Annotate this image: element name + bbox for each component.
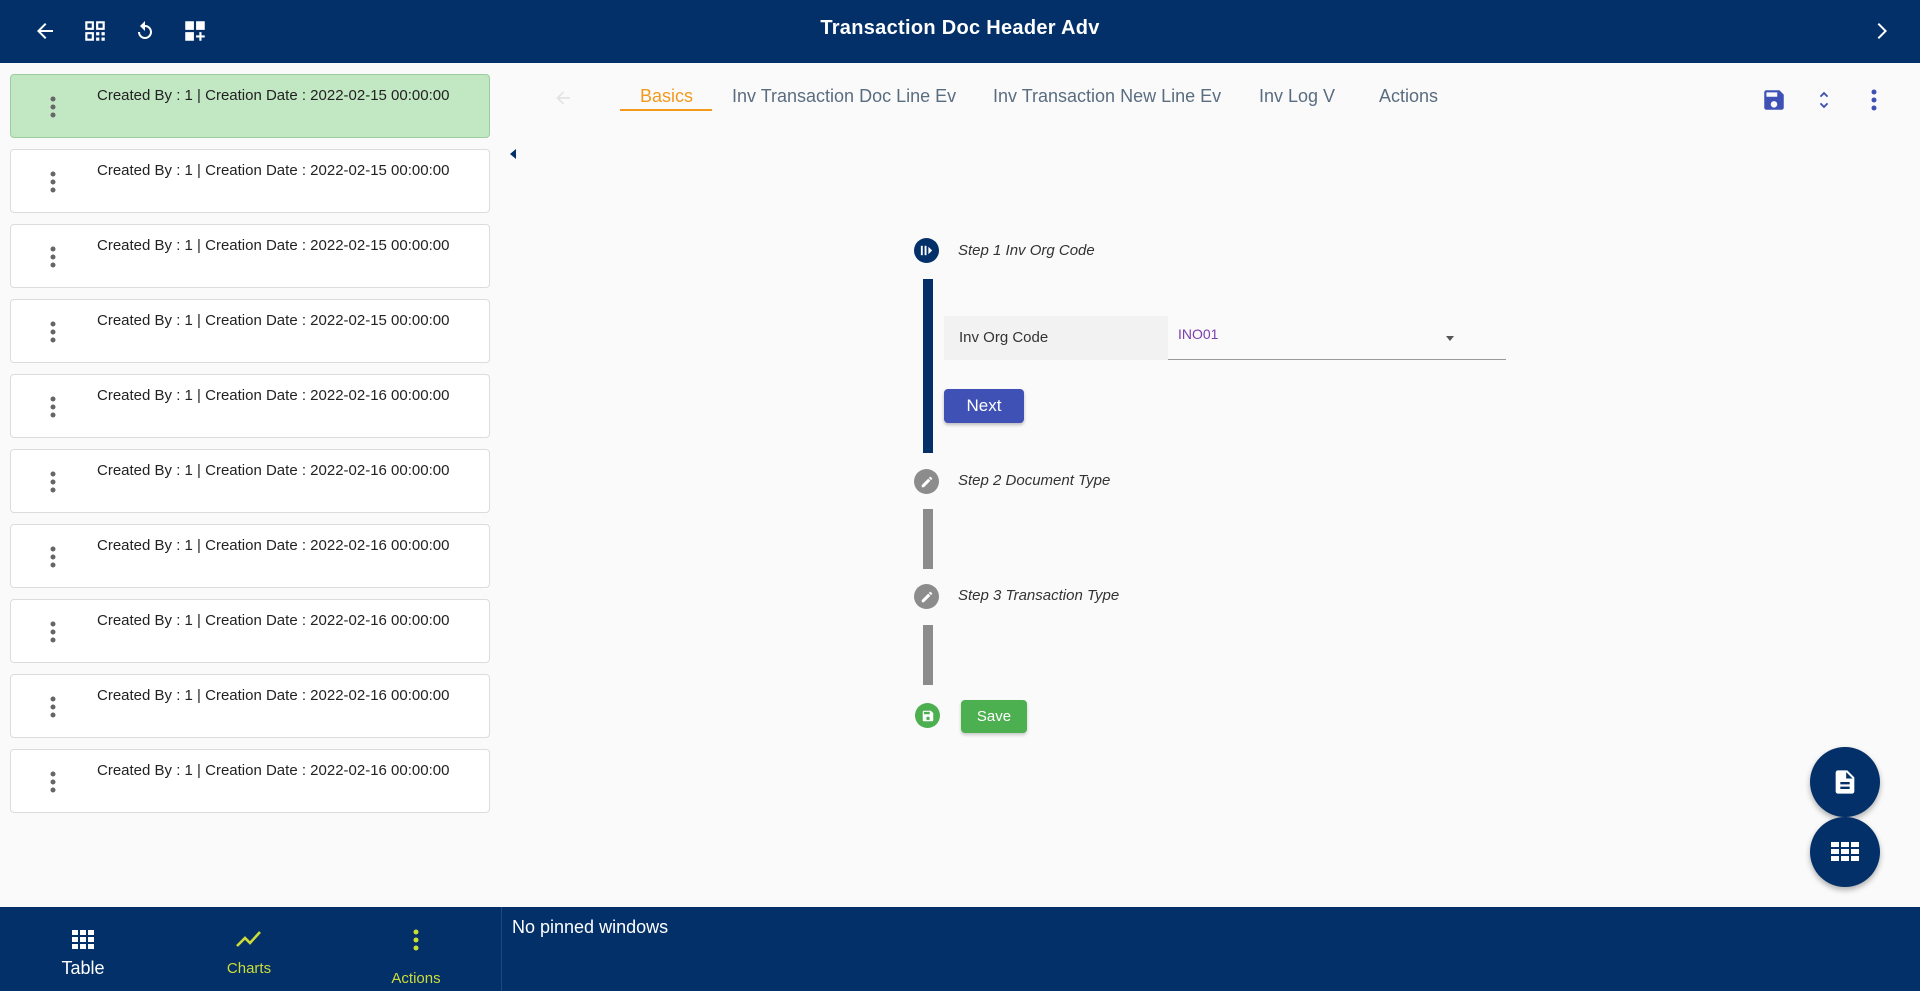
more-vert-icon[interactable] <box>45 245 61 269</box>
record-card[interactable]: Created By : 1 | Creation Date : 2022-02… <box>10 149 490 213</box>
record-text: Created By : 1 | Creation Date : 2022-02… <box>97 762 450 779</box>
more-vert-icon[interactable] <box>45 620 61 644</box>
top-bar: Transaction Doc Header Adv <box>0 0 1920 63</box>
more-vert-icon[interactable] <box>45 545 61 569</box>
nav-actions-label: Actions <box>391 970 441 987</box>
step-1-connector <box>923 279 933 453</box>
dashboard-icon[interactable] <box>78 14 112 48</box>
record-text: Created By : 1 | Creation Date : 2022-02… <box>97 612 450 629</box>
record-text: Created By : 1 | Creation Date : 2022-02… <box>97 87 450 104</box>
more-vert-icon[interactable] <box>45 320 61 344</box>
record-text: Created By : 1 | Creation Date : 2022-02… <box>97 462 450 479</box>
step-3-connector <box>923 625 933 685</box>
save-icon[interactable] <box>1758 84 1790 116</box>
record-card[interactable]: Created By : 1 | Creation Date : 2022-02… <box>10 374 490 438</box>
active-tab-indicator <box>620 109 712 111</box>
tab-inv-transaction-doc-line-ev[interactable]: Inv Transaction Doc Line Ev <box>732 86 956 107</box>
edit-icon <box>914 469 939 494</box>
more-vert-icon[interactable] <box>1858 84 1890 116</box>
record-list: Created By : 1 | Creation Date : 2022-02… <box>10 74 490 824</box>
record-text: Created By : 1 | Creation Date : 2022-02… <box>97 162 450 179</box>
step-2-connector <box>923 509 933 569</box>
back-arrow-icon[interactable] <box>28 14 62 48</box>
step-3-label: Step 3 Transaction Type <box>958 587 1120 604</box>
chevron-right-icon[interactable] <box>1864 14 1898 48</box>
tab-actions[interactable]: Actions <box>1379 86 1438 107</box>
record-card[interactable]: Created By : 1 | Creation Date : 2022-02… <box>10 299 490 363</box>
tab-inv-transaction-new-line-ev[interactable]: Inv Transaction New Line Ev <box>993 86 1221 107</box>
record-text: Created By : 1 | Creation Date : 2022-02… <box>97 387 450 404</box>
more-vert-icon[interactable] <box>45 695 61 719</box>
nav-table-label: Table <box>61 958 105 978</box>
next-button[interactable]: Next <box>944 389 1024 423</box>
more-vert-icon[interactable] <box>45 395 61 419</box>
nav-charts[interactable]: Charts <box>166 907 332 991</box>
pinned-windows-area: No pinned windows <box>501 907 1920 991</box>
nav-actions[interactable]: Actions <box>333 907 499 991</box>
pinned-windows-text: No pinned windows <box>512 917 669 937</box>
record-card[interactable]: Created By : 1 | Creation Date : 2022-02… <box>10 224 490 288</box>
record-card[interactable]: Created By : 1 | Creation Date : 2022-02… <box>10 524 490 588</box>
back-arrow-icon[interactable] <box>553 88 573 113</box>
more-vert-icon[interactable] <box>45 470 61 494</box>
grid-fab-icon[interactable] <box>1810 817 1880 887</box>
record-card[interactable]: Created By : 1 | Creation Date : 2022-02… <box>10 449 490 513</box>
tab-inv-log-v[interactable]: Inv Log V <box>1259 86 1335 107</box>
table-icon <box>0 929 166 951</box>
document-fab-icon[interactable] <box>1810 747 1880 817</box>
record-text: Created By : 1 | Creation Date : 2022-02… <box>97 687 450 704</box>
inv-org-code-value: INO01 <box>1178 326 1219 342</box>
refresh-icon[interactable] <box>128 14 162 48</box>
step-2-label: Step 2 Document Type <box>958 472 1111 489</box>
nav-charts-label: Charts <box>226 960 272 977</box>
chart-line-icon <box>166 929 332 949</box>
dropdown-caret-icon[interactable] <box>1446 336 1454 341</box>
more-vert-icon[interactable] <box>45 95 61 119</box>
record-text: Created By : 1 | Creation Date : 2022-02… <box>97 537 450 554</box>
step-1-icon <box>914 238 939 263</box>
page-title: Transaction Doc Header Adv <box>820 17 1100 39</box>
save-step-icon <box>915 703 940 728</box>
edit-icon <box>914 584 939 609</box>
record-card[interactable]: Created By : 1 | Creation Date : 2022-02… <box>10 749 490 813</box>
collapse-panel-icon[interactable] <box>509 147 517 165</box>
more-vert-icon[interactable] <box>45 170 61 194</box>
record-card[interactable]: Created By : 1 | Creation Date : 2022-02… <box>10 599 490 663</box>
record-text: Created By : 1 | Creation Date : 2022-02… <box>97 237 450 254</box>
nav-table[interactable]: Table <box>0 907 166 991</box>
add-widget-icon[interactable] <box>178 14 212 48</box>
tab-basics[interactable]: Basics <box>640 86 693 107</box>
inv-org-code-select[interactable]: INO01 <box>1168 316 1506 360</box>
more-vert-icon <box>333 929 499 951</box>
record-text: Created By : 1 | Creation Date : 2022-02… <box>97 312 450 329</box>
inv-org-code-label: Inv Org Code <box>944 316 1168 360</box>
expand-collapse-icon[interactable] <box>1808 84 1840 116</box>
record-card[interactable]: Created By : 1 | Creation Date : 2022-02… <box>10 674 490 738</box>
step-1-label: Step 1 Inv Org Code <box>958 242 1095 259</box>
more-vert-icon[interactable] <box>45 770 61 794</box>
save-button[interactable]: Save <box>961 700 1027 733</box>
record-card[interactable]: Created By : 1 | Creation Date : 2022-02… <box>10 74 490 138</box>
